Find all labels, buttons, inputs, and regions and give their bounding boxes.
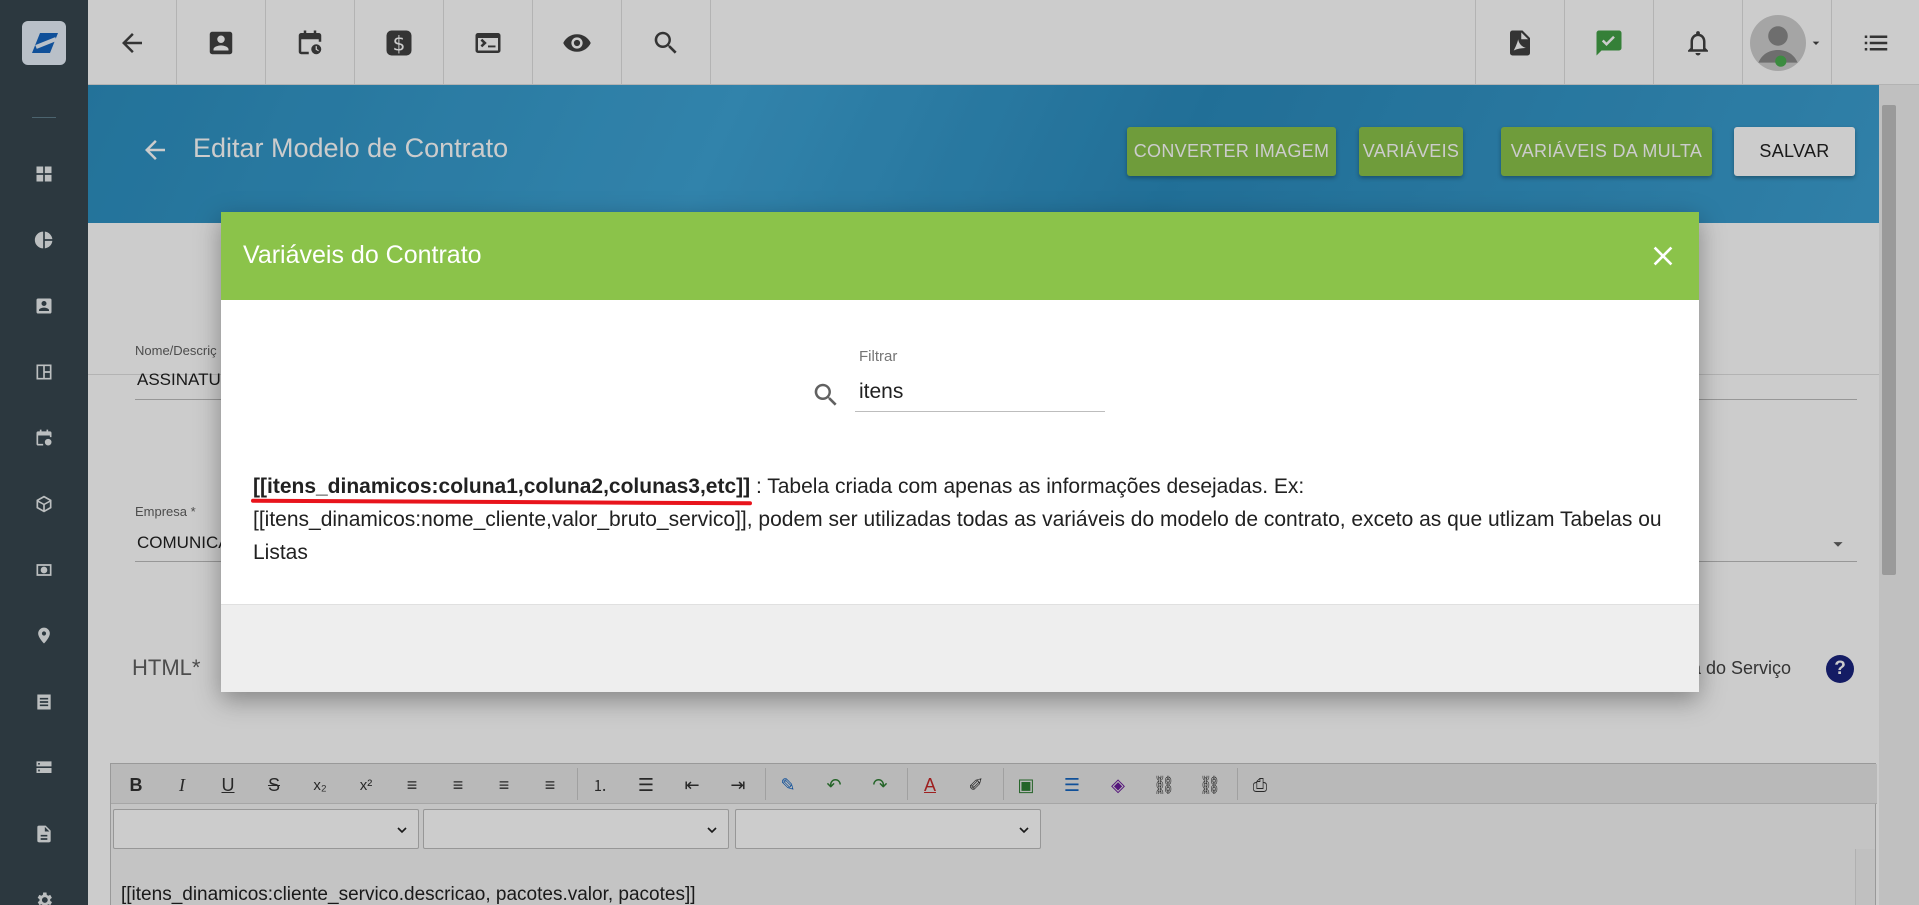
red-underline-annotation: [250, 498, 753, 506]
close-icon[interactable]: [1647, 240, 1679, 272]
variable-name[interactable]: [[itens_dinamicos:coluna1,coluna2,coluna…: [250, 475, 753, 506]
variable-item: [[itens_dinamicos:coluna1,coluna2,coluna…: [250, 470, 1673, 569]
search-icon: [814, 383, 837, 406]
modal-title: Variáveis do Contrato: [243, 241, 482, 269]
modal-header: Variáveis do Contrato: [221, 212, 1699, 300]
variables-modal: Variáveis do Contrato Filtrar [[itens_di…: [221, 212, 1699, 692]
filter-label: Filtrar: [859, 348, 898, 365]
filter-input[interactable]: [855, 372, 1105, 412]
modal-footer: [221, 604, 1699, 692]
